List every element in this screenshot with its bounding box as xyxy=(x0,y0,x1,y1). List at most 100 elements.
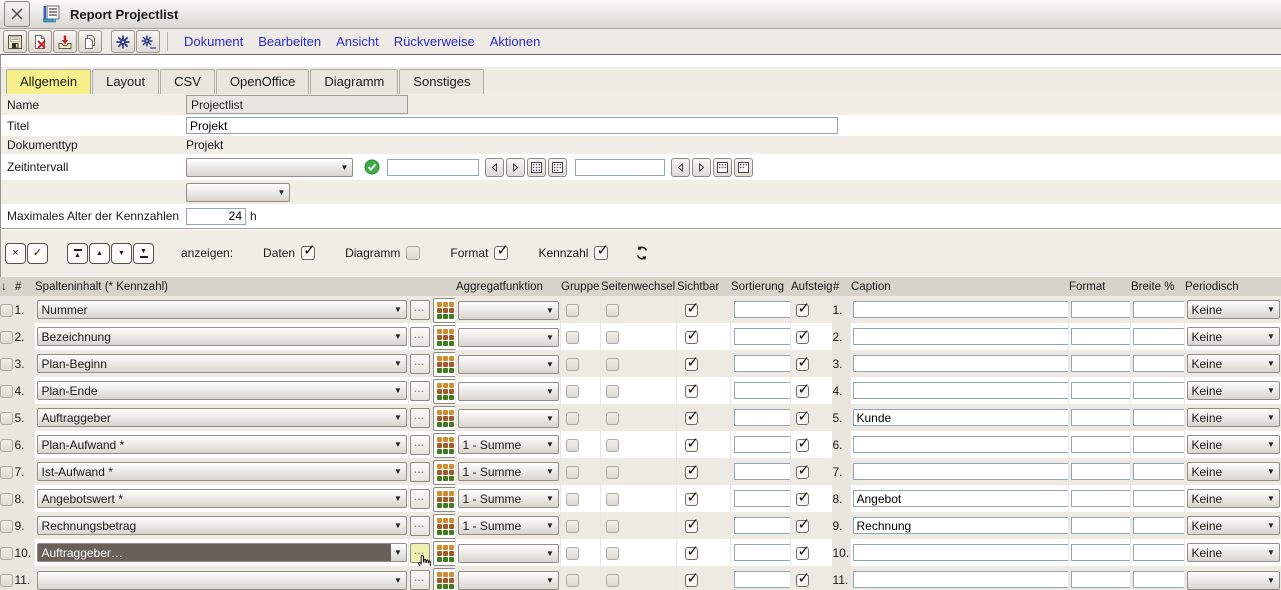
sortierung-field[interactable] xyxy=(734,571,791,588)
next-date-button[interactable] xyxy=(692,158,711,177)
gruppe-checkbox[interactable] xyxy=(566,466,579,479)
interval-from-field[interactable] xyxy=(387,159,479,176)
caption-field[interactable] xyxy=(853,301,1069,318)
color-grid-button[interactable] xyxy=(433,379,456,404)
detail-dots-button[interactable]: ... xyxy=(410,408,430,428)
periodisch-select[interactable]: ▼ xyxy=(1187,571,1280,590)
row-select-checkbox[interactable] xyxy=(0,520,13,533)
gruppe-checkbox[interactable] xyxy=(566,358,579,371)
sichtbar-checkbox[interactable] xyxy=(685,304,698,317)
calendar-button[interactable] xyxy=(734,158,753,177)
sichtbar-checkbox[interactable] xyxy=(685,412,698,425)
gruppe-checkbox[interactable] xyxy=(566,547,579,560)
gruppe-checkbox[interactable] xyxy=(566,331,579,344)
aufsteigend-checkbox[interactable] xyxy=(796,493,809,506)
breite-field[interactable] xyxy=(1133,328,1185,345)
sortierung-field[interactable] xyxy=(734,355,791,372)
caption-field[interactable] xyxy=(853,571,1069,588)
sortierung-field[interactable] xyxy=(734,436,791,453)
calendar-button[interactable] xyxy=(548,158,567,177)
detail-dots-button[interactable]: ... xyxy=(410,327,430,347)
calendar-button[interactable] xyxy=(713,158,732,177)
gruppe-checkbox[interactable] xyxy=(566,304,579,317)
kennzahl-checkbox[interactable] xyxy=(594,246,608,260)
spalteninhalt-select[interactable]: Ist-Aufwand *▼ xyxy=(37,462,407,481)
sichtbar-checkbox[interactable] xyxy=(685,547,698,560)
caption-field[interactable] xyxy=(853,490,1069,507)
breite-field[interactable] xyxy=(1133,571,1185,588)
aufsteigend-checkbox[interactable] xyxy=(796,412,809,425)
format-field[interactable] xyxy=(1071,517,1131,534)
caption-field[interactable] xyxy=(853,517,1069,534)
close-button[interactable] xyxy=(4,1,30,27)
spalteninhalt-select[interactable]: Plan-Ende▼ xyxy=(37,381,407,400)
breite-field[interactable] xyxy=(1133,355,1185,372)
sortierung-field[interactable] xyxy=(734,301,791,318)
row-select-checkbox[interactable] xyxy=(0,412,13,425)
spalteninhalt-select[interactable]: Plan-Aufwand *▼ xyxy=(37,435,407,454)
aggregatfunktion-select[interactable]: 1 - Summe▼ xyxy=(458,462,559,481)
caption-field[interactable] xyxy=(853,382,1069,399)
spalteninhalt-select[interactable]: Rechnungsbetrag▼ xyxy=(37,516,407,535)
aggregatfunktion-select[interactable]: ▼ xyxy=(458,301,559,320)
move-top-button[interactable]: ▲ xyxy=(67,243,88,264)
breite-field[interactable] xyxy=(1133,436,1185,453)
seitenwechsel-checkbox[interactable] xyxy=(606,412,619,425)
seitenwechsel-checkbox[interactable] xyxy=(606,304,619,317)
spalteninhalt-select[interactable]: Nummer▼ xyxy=(37,300,407,319)
aufsteigend-checkbox[interactable] xyxy=(796,304,809,317)
format-field[interactable] xyxy=(1071,490,1131,507)
breite-field[interactable] xyxy=(1133,301,1185,318)
breite-field[interactable] xyxy=(1133,382,1185,399)
gruppe-checkbox[interactable] xyxy=(566,439,579,452)
periodisch-select[interactable]: Keine▼ xyxy=(1187,516,1280,535)
detail-dots-button[interactable]: ... xyxy=(410,570,430,590)
tab-layout[interactable]: Layout xyxy=(92,69,159,94)
row-select-checkbox[interactable] xyxy=(0,331,13,344)
detail-dots-button[interactable]: ... xyxy=(410,300,430,320)
menu-dokument[interactable]: Dokument xyxy=(184,34,243,49)
detail-dots-button[interactable]: ... xyxy=(410,354,430,374)
name-field[interactable] xyxy=(186,95,408,114)
breite-field[interactable] xyxy=(1133,463,1185,480)
sichtbar-checkbox[interactable] xyxy=(685,574,698,587)
aggregatfunktion-select[interactable]: 1 - Summe▼ xyxy=(458,435,559,454)
color-grid-button[interactable] xyxy=(433,460,456,485)
aggregatfunktion-select[interactable]: 1 - Summe▼ xyxy=(458,489,559,508)
format-field[interactable] xyxy=(1071,544,1131,561)
row-select-checkbox[interactable] xyxy=(0,304,13,317)
sortierung-field[interactable] xyxy=(734,382,791,399)
seitenwechsel-checkbox[interactable] xyxy=(606,520,619,533)
aggregatfunktion-select[interactable]: ▼ xyxy=(458,328,559,347)
burst-more-button[interactable] xyxy=(136,30,160,53)
refresh-button[interactable] xyxy=(634,245,650,261)
color-grid-button[interactable] xyxy=(433,406,456,431)
titel-field[interactable] xyxy=(186,117,838,134)
prev-date-button[interactable] xyxy=(485,158,504,177)
burst-button[interactable] xyxy=(111,30,135,53)
save-button[interactable] xyxy=(3,30,27,53)
format-field[interactable] xyxy=(1071,409,1131,426)
sichtbar-checkbox[interactable] xyxy=(685,385,698,398)
detail-dots-button[interactable]: ... xyxy=(410,516,430,536)
delete-button[interactable] xyxy=(28,30,52,53)
confirm-column-button[interactable]: ✓ xyxy=(27,243,48,264)
color-grid-button[interactable] xyxy=(433,433,456,458)
move-up-button[interactable]: ▲ xyxy=(89,243,110,264)
aggregatfunktion-select[interactable]: ▼ xyxy=(458,544,559,563)
aufsteigend-checkbox[interactable] xyxy=(796,358,809,371)
menu-rueckverweise[interactable]: Rückverweise xyxy=(394,34,475,49)
gruppe-checkbox[interactable] xyxy=(566,574,579,587)
caption-field[interactable] xyxy=(853,544,1069,561)
tab-allgemein[interactable]: Allgemein xyxy=(6,69,91,94)
calendar-button[interactable] xyxy=(527,158,546,177)
sichtbar-checkbox[interactable] xyxy=(685,439,698,452)
sichtbar-checkbox[interactable] xyxy=(685,466,698,479)
breite-field[interactable] xyxy=(1133,544,1185,561)
spalteninhalt-select[interactable]: ▼ xyxy=(37,571,407,590)
detail-dots-button[interactable]: ... xyxy=(410,435,430,455)
format-checkbox[interactable] xyxy=(494,246,508,260)
sortierung-field[interactable] xyxy=(734,490,791,507)
tab-csv[interactable]: CSV xyxy=(160,69,215,94)
aufsteigend-checkbox[interactable] xyxy=(796,520,809,533)
